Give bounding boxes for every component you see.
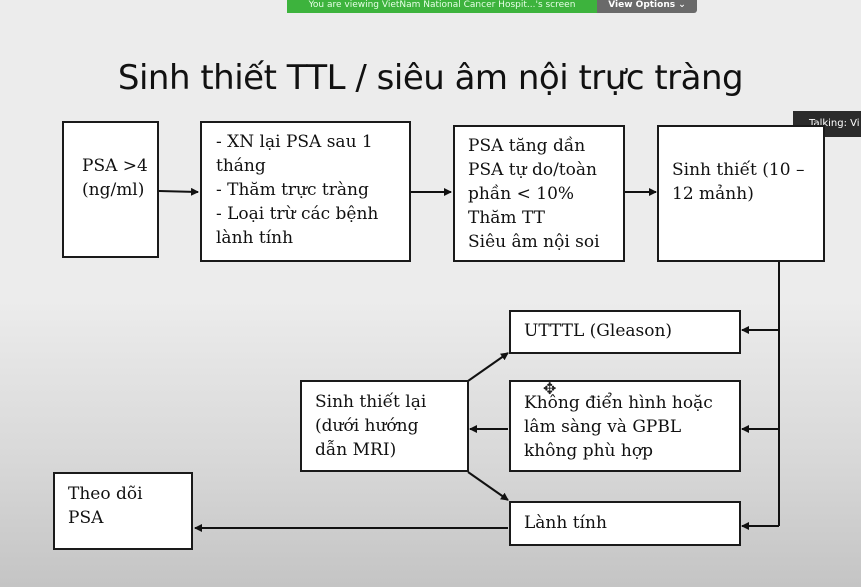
box-line: PSA >4: [82, 156, 148, 176]
box-psa-gt4: PSA >4 (ng/ml): [62, 121, 159, 258]
box-line: phần < 10%: [468, 184, 575, 204]
box-line: lâm sàng và GPBL: [524, 417, 682, 437]
box-line: - Thăm trực tràng: [216, 180, 369, 200]
box-line: Thăm TT: [468, 208, 545, 228]
box-rebiopsy: Sinh thiết lại (dưới hướng dẫn MRI): [300, 380, 469, 472]
box-line: 12 mảnh): [672, 184, 754, 204]
box-benign: Lành tính: [509, 501, 741, 546]
box-line: Theo dõi: [68, 484, 143, 504]
box-line: Sinh thiết lại: [315, 392, 427, 412]
box-line: PSA: [68, 508, 104, 528]
box-biopsy: Sinh thiết (10 – 12 mảnh): [657, 125, 825, 262]
arrow-rebiopsy-to-cancer: [467, 352, 509, 382]
box-line: Lành tính: [524, 513, 607, 533]
box-line: (dưới hướng: [315, 416, 419, 436]
box-cancer: UTTTL (Gleason): [509, 310, 741, 354]
box-psa-rising: PSA tăng dần PSA tự do/toàn phần < 10% T…: [453, 125, 625, 262]
box-monitor-psa: Theo dõi PSA: [53, 472, 193, 550]
arrow-rebiopsy-to-benign: [467, 471, 509, 501]
box-line: - XN lại PSA sau 1: [216, 132, 373, 152]
box-line: PSA tăng dần: [468, 136, 586, 156]
box-repeat-test: - XN lại PSA sau 1 tháng - Thăm trực trà…: [200, 121, 411, 262]
box-line: PSA tự do/toàn: [468, 160, 597, 180]
box-line: không phù hợp: [524, 441, 653, 461]
box-line: - Loại trừ các bệnh: [216, 204, 379, 224]
box-line: (ng/ml): [82, 180, 145, 200]
box-line: dẫn MRI): [315, 440, 397, 460]
box-line: tháng: [216, 156, 266, 176]
box-line: Sinh thiết (10 –: [672, 160, 805, 180]
box-line: lành tính: [216, 228, 294, 248]
box-line: Siêu âm nội soi: [468, 232, 600, 252]
move-cursor-icon: ✥: [543, 379, 557, 398]
arrow-psa-to-repeat: [158, 187, 199, 196]
box-line: UTTTL (Gleason): [524, 321, 673, 341]
